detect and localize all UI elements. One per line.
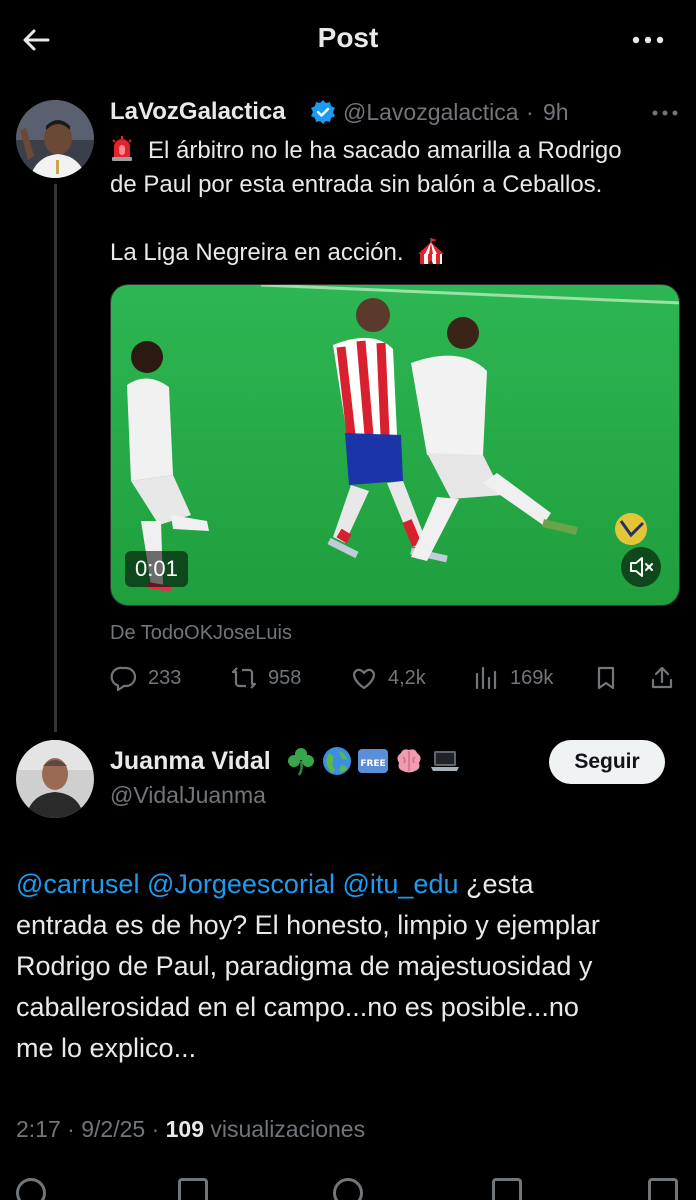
bookmark-icon[interactable] (492, 1178, 522, 1200)
views-count: 109 (165, 1116, 204, 1142)
mention-link[interactable]: @Jorgeescorial (147, 869, 335, 899)
like-button[interactable]: 4,2k (350, 660, 426, 696)
heart-icon[interactable] (333, 1178, 363, 1200)
video-timestamp: 0:01 (125, 551, 188, 587)
video-frame (111, 285, 679, 605)
post-metadata: 2:17 · 9/2/25 · 109 visualizaciones (16, 1116, 365, 1143)
bookmark-button[interactable] (592, 660, 620, 696)
reply-text-line5: me lo explico... (16, 1033, 197, 1063)
video-source-link[interactable]: De TodoOKJoseLuis (110, 622, 292, 645)
views-button[interactable]: 169k (472, 660, 553, 696)
globe-emoji-icon (321, 745, 353, 777)
author-name[interactable]: Juanma Vidal (110, 747, 271, 776)
repost-icon[interactable] (178, 1178, 208, 1200)
mute-toggle-icon[interactable] (621, 547, 661, 587)
share-icon (651, 666, 673, 689)
repost-button[interactable]: 958 (230, 660, 301, 696)
tweet-text-line2: de Paul por esta entrada sin balón a Ceb… (110, 171, 603, 198)
tweet-text-line3: La Liga Negreira en acción. (110, 239, 404, 266)
reply-count: 233 (148, 666, 182, 689)
verified-badge-icon (310, 99, 336, 125)
tweet-text: El árbitro no le ha sacado amarilla a Ro… (110, 134, 685, 270)
author-handle[interactable]: @VidalJuanma (110, 782, 266, 809)
avatar-vidaljuanma[interactable] (16, 740, 94, 818)
bottom-action-bar-partial (0, 1170, 696, 1200)
separator-dot: · (526, 99, 534, 125)
reply-icon[interactable] (16, 1178, 46, 1200)
bookmark-icon (597, 666, 615, 690)
name-emojis: FREE (285, 745, 461, 779)
heart-icon (353, 668, 375, 690)
post-timestamp[interactable]: 2:17 (16, 1116, 61, 1142)
like-count: 4,2k (388, 666, 426, 689)
post-date[interactable]: 9/2/25 (81, 1116, 145, 1142)
action-bar: 233 958 4,2k 169k (110, 660, 680, 696)
thread-connector (54, 184, 57, 732)
circus-tent-emoji-icon (418, 238, 445, 264)
share-button[interactable] (648, 660, 676, 696)
mention-link[interactable]: @itu_edu (342, 869, 458, 899)
top-bar: Post (0, 0, 696, 80)
page-title: Post (317, 22, 379, 53)
tweet-more-icon[interactable] (650, 104, 680, 122)
avatar-lavozgalactica[interactable] (16, 100, 94, 178)
siren-emoji-icon (112, 136, 132, 161)
reply-text-line3: Rodrigo de Paul, paradigma de majestuosi… (16, 951, 593, 981)
post-time[interactable]: 9h (543, 99, 569, 126)
free-emoji-icon: FREE (357, 745, 389, 777)
separator-dot: · (67, 1116, 82, 1142)
reply-text-line2: entrada es de hoy? El honesto, limpio y … (16, 910, 600, 940)
brain-emoji-icon (393, 745, 425, 777)
views-count: 169k (510, 666, 554, 689)
repost-icon (231, 667, 257, 689)
reply-button[interactable]: 233 (110, 660, 181, 696)
reply-icon (110, 666, 137, 692)
views-label: visualizaciones (210, 1116, 366, 1142)
shamrock-emoji-icon (285, 745, 317, 777)
tweet-text-line1: El árbitro no le ha sacado amarilla a Ro… (148, 137, 622, 164)
video-player[interactable]: 0:01 (110, 284, 680, 606)
reply-text-line4: caballerosidad en el campo...no es posib… (16, 992, 579, 1022)
post-screen: Post LaVozGalactica @Lavozgalactica · 9h… (0, 0, 696, 1200)
views-chart-icon (475, 666, 497, 690)
repost-count: 958 (268, 666, 302, 689)
reply-text: @carrusel @Jorgeescorial @itu_edu ¿esta … (16, 864, 686, 1069)
reply-text-line1: ¿esta (458, 869, 534, 899)
more-options-icon[interactable] (628, 26, 668, 54)
separator-dot: · (151, 1116, 166, 1142)
laptop-emoji-icon (429, 745, 461, 777)
mention-link[interactable]: @carrusel (16, 869, 139, 899)
share-icon[interactable] (648, 1178, 678, 1200)
author-handle[interactable]: @Lavozgalactica (343, 99, 519, 126)
svg-text:FREE: FREE (360, 759, 385, 769)
author-name[interactable]: LaVozGalactica (110, 98, 286, 126)
follow-button[interactable]: Seguir (549, 740, 665, 784)
